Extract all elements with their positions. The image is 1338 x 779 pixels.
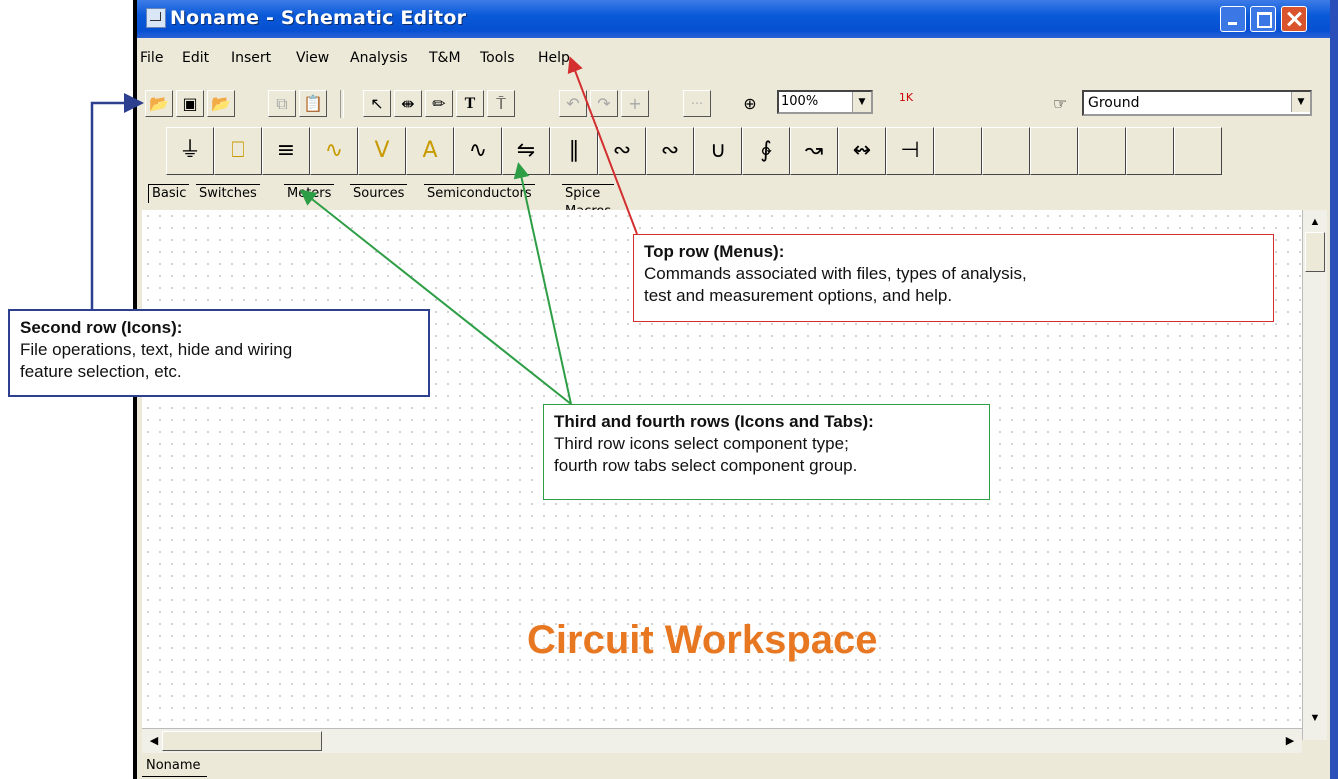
menus-callout-line2: test and measurement options, and help. <box>644 286 953 305</box>
components-callout-line2: fourth row tabs select component group. <box>554 456 858 475</box>
menus-arrow <box>567 56 638 235</box>
icons-callout-line1: File operations, text, hide and wiring <box>20 340 293 359</box>
icons-callout-line2: feature selection, etc. <box>20 362 182 381</box>
components-callout: Third and fourth rows (Icons and Tabs): … <box>543 404 990 500</box>
icons-callout-heading: Second row (Icons): <box>20 318 183 337</box>
menus-callout: Top row (Menus): Commands associated wit… <box>633 234 1274 322</box>
components-callout-line1: Third row icons select component type; <box>554 434 849 453</box>
menus-callout-line1: Commands associated with files, types of… <box>644 264 1027 283</box>
icons-arrow <box>90 93 144 309</box>
icons-callout: Second row (Icons): File operations, tex… <box>8 309 430 397</box>
components-callout-heading: Third and fourth rows (Icons and Tabs): <box>554 412 874 431</box>
menus-callout-heading: Top row (Menus): <box>644 242 785 261</box>
